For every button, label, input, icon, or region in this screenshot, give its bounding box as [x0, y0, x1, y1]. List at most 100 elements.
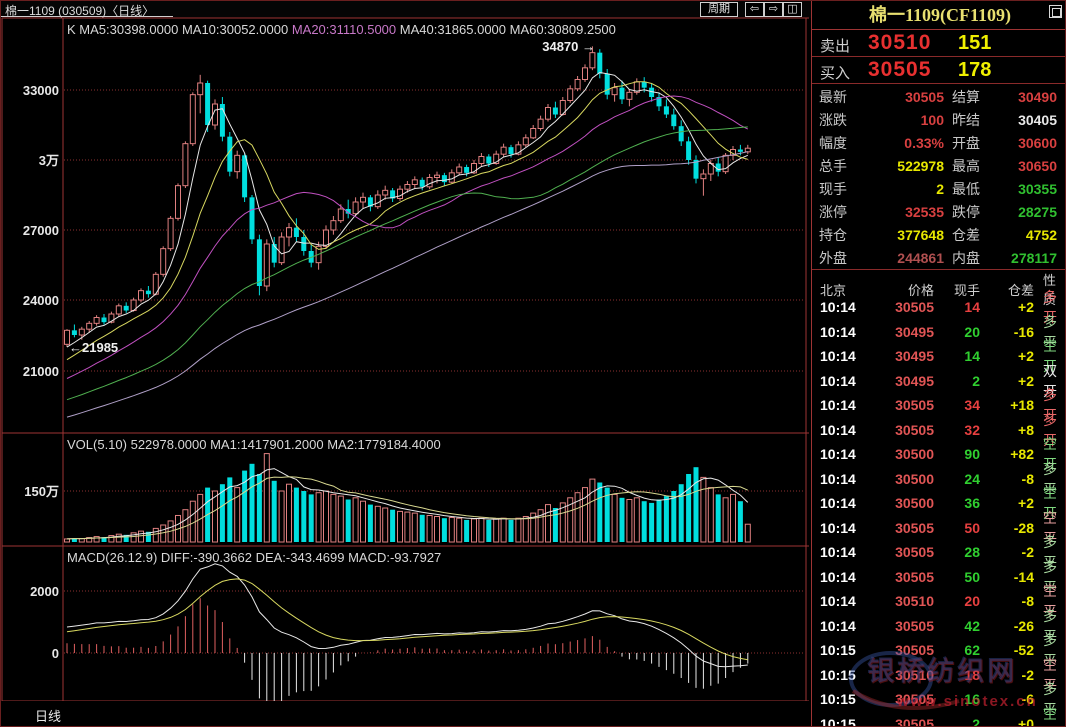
quote-value: 28275: [994, 204, 1062, 220]
svg-text:0: 0: [52, 646, 59, 661]
quote-row: 外盘 244861 内盘 278117: [812, 246, 1066, 269]
bid-price: 30505: [868, 58, 931, 82]
tape-header: 北京 价格 现手 仓差 性质: [812, 269, 1066, 287]
quote-value: 30490: [994, 89, 1062, 105]
tape-row: 10:14 30505 28 -2 多平: [812, 532, 1066, 557]
quote-grid: 最新 30505 结算 30490涨跌 100 昨结 30405幅度 0.33%…: [812, 85, 1066, 269]
time-axis-bar: 日线: [1, 701, 811, 727]
bid-row: 买入 30505 178: [812, 57, 1066, 84]
tape-row: 10:14 30500 36 +2 空开: [812, 483, 1066, 508]
quote-value: 244861: [856, 250, 944, 266]
indicator-header-segment: MA20:31110.5000: [292, 22, 400, 37]
quote-label: 开盘: [944, 133, 994, 153]
svg-text:24000: 24000: [23, 293, 59, 308]
quote-label: 最新: [812, 87, 856, 107]
svg-text:33000: 33000: [23, 83, 59, 98]
quote-panel: 棉一1109(CF1109) 卖出 30510 151 买入 30505 178…: [811, 1, 1066, 727]
quote-label: 涨停: [812, 202, 856, 222]
tape-row: 10:14 30505 50 -28 空平: [812, 508, 1066, 533]
tape-row: 10:14 30505 50 -14 多平: [812, 557, 1066, 582]
tick-price: 30505: [862, 716, 934, 727]
quote-row: 持仓 377648 仓差 4752: [812, 223, 1066, 246]
indicator-header-segment: MA40:31865.0000: [400, 22, 510, 37]
ask-qty: 151: [958, 32, 991, 55]
quote-value: 4752: [994, 227, 1062, 243]
quote-row: 涨停 32535 跌停 28275: [812, 200, 1066, 223]
indicator-header-segment: MA60:30809.2500: [510, 22, 616, 37]
tape-row: 10:15 30505 16 -6 多平: [812, 679, 1066, 704]
tape-table[interactable]: 10:14 30505 14 +2 多开10:14 30495 20 -16 多…: [812, 287, 1066, 727]
ask-row: 卖出 30510 151: [812, 30, 1066, 57]
tape-row: 10:14 30505 42 -26 多平: [812, 606, 1066, 631]
quote-label: 最高: [944, 156, 994, 176]
tape-row: 10:15 30505 2 +0 空换: [812, 704, 1066, 727]
quote-value: 522978: [856, 158, 944, 174]
contract-title: 棉一1109(CF1109): [812, 1, 1066, 30]
quote-value: 377648: [856, 227, 944, 243]
quote-row: 涨跌 100 昨结 30405: [812, 108, 1066, 131]
macd-indicator-header: MACD(26.12.9) DIFF:-390.3662 DEA:-343.46…: [67, 550, 441, 565]
tape-row: 10:14 30495 14 +2 空开: [812, 336, 1066, 361]
tape-row: 10:15 30510 18 -2 空平: [812, 655, 1066, 680]
quote-label: 外盘: [812, 248, 856, 268]
svg-text:21000: 21000: [23, 364, 59, 379]
quote-label: 跌停: [944, 202, 994, 222]
quote-label: 总手: [812, 156, 856, 176]
app-window: 棉一1109 (030509)〈日线〉 周期 ⇦ ⇨ ◫ 330003万2700…: [0, 0, 1066, 727]
svg-text:150万: 150万: [24, 484, 59, 499]
quote-value: 32535: [856, 204, 944, 220]
tape-row: 10:14 30510 20 -8 空平: [812, 581, 1066, 606]
tape-row: 10:14 30505 14 +2 多开: [812, 287, 1066, 312]
quote-value: 2: [856, 181, 944, 197]
quote-label: 昨结: [944, 110, 994, 130]
quote-value: 100: [856, 112, 944, 128]
quote-value: 30600: [994, 135, 1062, 151]
tape-row: 10:14 30500 90 +82 空开: [812, 434, 1066, 459]
quote-label: 幅度: [812, 133, 856, 153]
tape-row: 10:15 30505 62 -52 多平: [812, 630, 1066, 655]
tape-row: 10:14 30505 32 +8 多开: [812, 410, 1066, 435]
tape-row: 10:14 30500 24 -8 多平: [812, 459, 1066, 484]
quote-label: 涨跌: [812, 110, 856, 130]
tape-row: 10:14 30495 20 -16 多平: [812, 312, 1066, 337]
svg-text:2000: 2000: [30, 584, 59, 599]
volume-indicator-header: VOL(5.10) 522978.0000 MA1:1417901.2000 M…: [67, 437, 441, 452]
quote-label: 持仓: [812, 225, 856, 245]
quote-row: 最新 30505 结算 30490: [812, 85, 1066, 108]
tick-lots: 2: [934, 716, 980, 727]
quote-value: 30355: [994, 181, 1062, 197]
bid-qty: 178: [958, 59, 991, 82]
tape-row: 10:14 30495 2 +2 双开: [812, 361, 1066, 386]
quote-value: 30505: [856, 89, 944, 105]
quote-label: 最低: [944, 179, 994, 199]
tick-nature: 空换: [1034, 704, 1066, 727]
quote-value: 30650: [994, 158, 1062, 174]
tape-row: 10:14 30505 34 +18 多开: [812, 385, 1066, 410]
svg-text:27000: 27000: [23, 223, 59, 238]
restore-window-icon[interactable]: [1049, 5, 1062, 18]
indicator-header-segment: MA10:30052.0000: [182, 22, 292, 37]
quote-row: 总手 522978 最高 30650: [812, 154, 1066, 177]
quote-label: 内盘: [944, 248, 994, 268]
kline-indicator-header: K MA5:30398.0000 MA10:30052.0000 MA20:31…: [67, 22, 616, 37]
quote-value: 278117: [994, 250, 1062, 266]
tick-oi-change: +0: [980, 716, 1034, 727]
ask-label: 卖出: [820, 35, 850, 56]
quote-value: 30405: [994, 112, 1062, 128]
ask-price: 30510: [868, 31, 931, 55]
quote-label: 结算: [944, 87, 994, 107]
quote-label: 仓差: [944, 225, 994, 245]
svg-text:3万: 3万: [39, 153, 59, 168]
svg-text:34870 →: 34870 →: [542, 39, 595, 54]
tick-time: 10:15: [812, 716, 862, 727]
period-label: 日线: [35, 706, 61, 725]
quote-label: 现手: [812, 179, 856, 199]
indicator-header-segment: K: [67, 22, 79, 37]
quote-value: 0.33%: [856, 135, 944, 151]
indicator-header-segment: MA5:30398.0000: [79, 22, 182, 37]
bid-label: 买入: [820, 62, 850, 83]
svg-text:←21985: ←21985: [69, 340, 118, 355]
kline-chart[interactable]: 330003万270002400021000150万20000201010111…: [1, 1, 811, 727]
quote-row: 现手 2 最低 30355: [812, 177, 1066, 200]
quote-row: 幅度 0.33% 开盘 30600: [812, 131, 1066, 154]
